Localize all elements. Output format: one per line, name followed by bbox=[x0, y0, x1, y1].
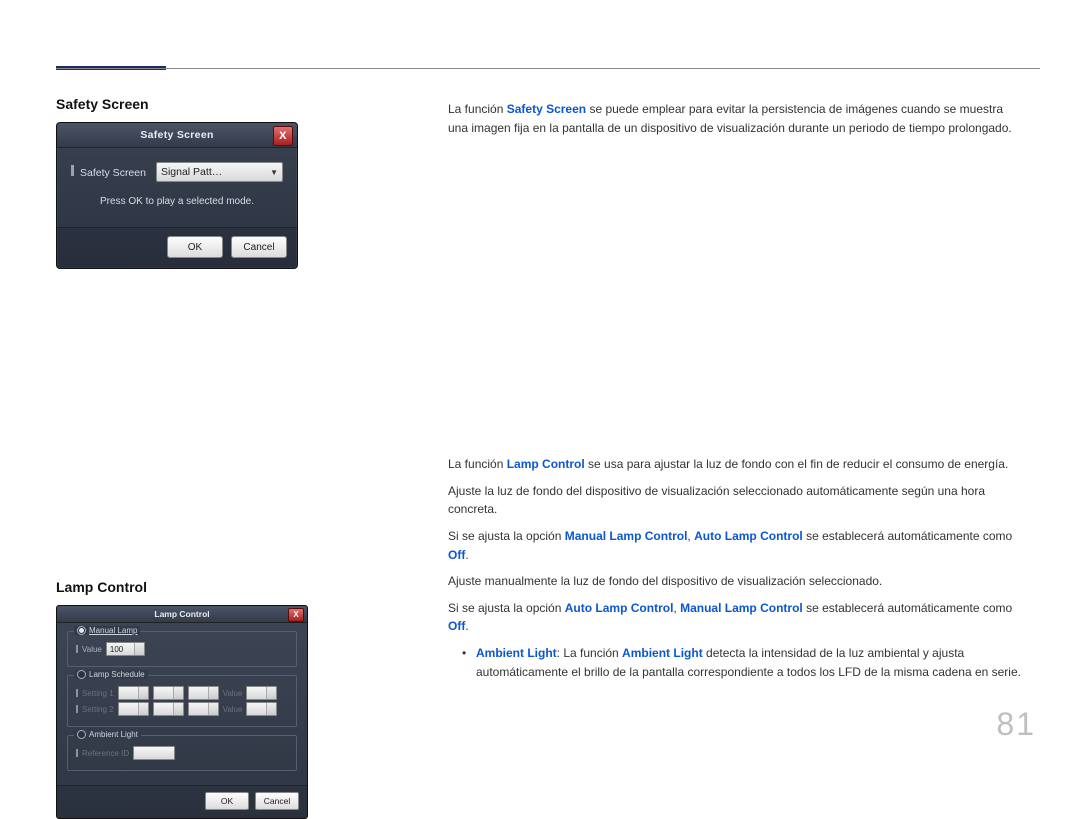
dialog-titlebar: Safety Screen X bbox=[57, 123, 297, 148]
right-column: La función Safety Screen se puede emplea… bbox=[448, 100, 1024, 687]
page-number: 81 bbox=[996, 706, 1036, 743]
setting2-label: Setting 2 bbox=[82, 705, 114, 714]
reference-row: Reference ID bbox=[76, 746, 288, 760]
lamp-text-block: La función Lamp Control se usa para ajus… bbox=[448, 455, 1024, 681]
keyword: Lamp Control bbox=[507, 457, 585, 471]
time-spinner[interactable]: ▲▼ bbox=[153, 702, 184, 716]
marker-icon bbox=[76, 705, 78, 713]
ok-button[interactable]: OK bbox=[205, 792, 249, 810]
bullet-list: Ambient Light: La función Ambient Light … bbox=[448, 644, 1024, 681]
time-spinner[interactable]: ▲▼ bbox=[153, 686, 184, 700]
lamp-p5: Si se ajusta la opción Auto Lamp Control… bbox=[448, 599, 1024, 636]
ambient-light-group: Ambient Light Reference ID bbox=[67, 735, 297, 771]
dialog-titlebar: Lamp Control X bbox=[57, 606, 307, 623]
list-item: Ambient Light: La función Ambient Light … bbox=[448, 644, 1024, 681]
setting2-row: Setting 2 ▲▼ ▲▼ ▲▼ Value ▲▼ bbox=[76, 702, 288, 716]
marker-icon bbox=[71, 165, 74, 176]
safety-paragraph: La función Safety Screen se puede emplea… bbox=[448, 100, 1024, 137]
header-rule bbox=[56, 68, 1040, 69]
keyword: Manual Lamp Control bbox=[565, 529, 688, 543]
ampm-spinner[interactable]: ▲▼ bbox=[188, 702, 219, 716]
lamp-p2: Ajuste la luz de fondo del dispositivo d… bbox=[448, 482, 1024, 519]
close-icon: X bbox=[293, 611, 298, 619]
keyword: Manual Lamp Control bbox=[680, 601, 803, 615]
reference-label: Reference ID bbox=[82, 749, 129, 758]
document-page: Safety Screen Safety Screen X Safety Scr… bbox=[0, 0, 1080, 763]
left-column: Safety Screen Safety Screen X Safety Scr… bbox=[56, 96, 376, 819]
marker-icon bbox=[76, 645, 78, 653]
sched-value-label: Value bbox=[223, 705, 243, 714]
dialog-footer: OK Cancel bbox=[57, 227, 297, 268]
lamp-p1: La función Lamp Control se usa para ajus… bbox=[448, 455, 1024, 474]
lamp-control-dialog: Lamp Control X Manual Lamp Value 100▲▼ L… bbox=[56, 605, 308, 819]
keyword: Safety Screen bbox=[507, 102, 586, 116]
dialog-footer: OK Cancel bbox=[57, 785, 307, 818]
value-spinner[interactable]: ▲▼ bbox=[246, 702, 277, 716]
radio-on-icon bbox=[77, 626, 86, 635]
keyword: Off bbox=[448, 548, 465, 562]
keyword: Off bbox=[448, 619, 465, 633]
marker-icon bbox=[76, 689, 78, 697]
reference-input[interactable] bbox=[133, 746, 175, 760]
manual-lamp-group: Manual Lamp Value 100▲▼ bbox=[67, 631, 297, 667]
keyword: Auto Lamp Control bbox=[565, 601, 674, 615]
radio-off-icon bbox=[77, 730, 86, 739]
dialog-title: Safety Screen bbox=[140, 129, 213, 141]
lamp-schedule-group: Lamp Schedule Setting 1 ▲▼ ▲▼ ▲▼ Value ▲… bbox=[67, 675, 297, 727]
lamp-heading: Lamp Control bbox=[56, 579, 376, 595]
dialog-title: Lamp Control bbox=[154, 609, 209, 619]
close-button[interactable]: X bbox=[273, 126, 293, 146]
lamp-p3: Si se ajusta la opción Manual Lamp Contr… bbox=[448, 527, 1024, 564]
time-spinner[interactable]: ▲▼ bbox=[118, 702, 149, 716]
dialog-body: Safety Screen Signal Patt… ▼ Press OK to… bbox=[57, 148, 297, 227]
group-legend[interactable]: Lamp Schedule bbox=[74, 670, 148, 679]
lamp-p4: Ajuste manualmente la luz de fondo del d… bbox=[448, 572, 1024, 591]
keyword: Auto Lamp Control bbox=[694, 529, 803, 543]
setting1-label: Setting 1 bbox=[82, 689, 114, 698]
group-legend[interactable]: Ambient Light bbox=[74, 730, 141, 739]
time-spinner[interactable]: ▲▼ bbox=[118, 686, 149, 700]
chevron-down-icon: ▼ bbox=[270, 168, 278, 177]
cancel-button[interactable]: Cancel bbox=[255, 792, 299, 810]
safety-screen-dialog: Safety Screen X Safety Screen Signal Pat… bbox=[56, 122, 298, 269]
hint-text: Press OK to play a selected mode. bbox=[71, 196, 283, 207]
setting1-row: Setting 1 ▲▼ ▲▼ ▲▼ Value ▲▼ bbox=[76, 686, 288, 700]
keyword: Ambient Light bbox=[476, 646, 557, 660]
marker-icon bbox=[76, 749, 78, 757]
value-spinner[interactable]: 100▲▼ bbox=[106, 642, 145, 656]
cancel-button[interactable]: Cancel bbox=[231, 236, 287, 258]
dropdown-value: Signal Patt… bbox=[161, 166, 222, 178]
ok-button[interactable]: OK bbox=[167, 236, 223, 258]
close-icon: X bbox=[279, 131, 287, 142]
field-label: Safety Screen bbox=[71, 165, 146, 179]
signal-pattern-dropdown[interactable]: Signal Patt… ▼ bbox=[156, 162, 283, 182]
close-button[interactable]: X bbox=[288, 608, 304, 622]
group-legend[interactable]: Manual Lamp bbox=[74, 626, 140, 635]
value-label: Value bbox=[82, 645, 102, 654]
dialog-body: Manual Lamp Value 100▲▼ Lamp Schedule Se… bbox=[57, 623, 307, 785]
safety-option-row: Safety Screen Signal Patt… ▼ bbox=[71, 162, 283, 182]
keyword: Ambient Light bbox=[622, 646, 703, 660]
value-spinner[interactable]: ▲▼ bbox=[246, 686, 277, 700]
lamp-section: Lamp Control Lamp Control X Manual Lamp … bbox=[56, 579, 376, 819]
safety-heading: Safety Screen bbox=[56, 96, 376, 112]
radio-off-icon bbox=[77, 670, 86, 679]
value-row: Value 100▲▼ bbox=[76, 642, 288, 656]
ampm-spinner[interactable]: ▲▼ bbox=[188, 686, 219, 700]
sched-value-label: Value bbox=[223, 689, 243, 698]
